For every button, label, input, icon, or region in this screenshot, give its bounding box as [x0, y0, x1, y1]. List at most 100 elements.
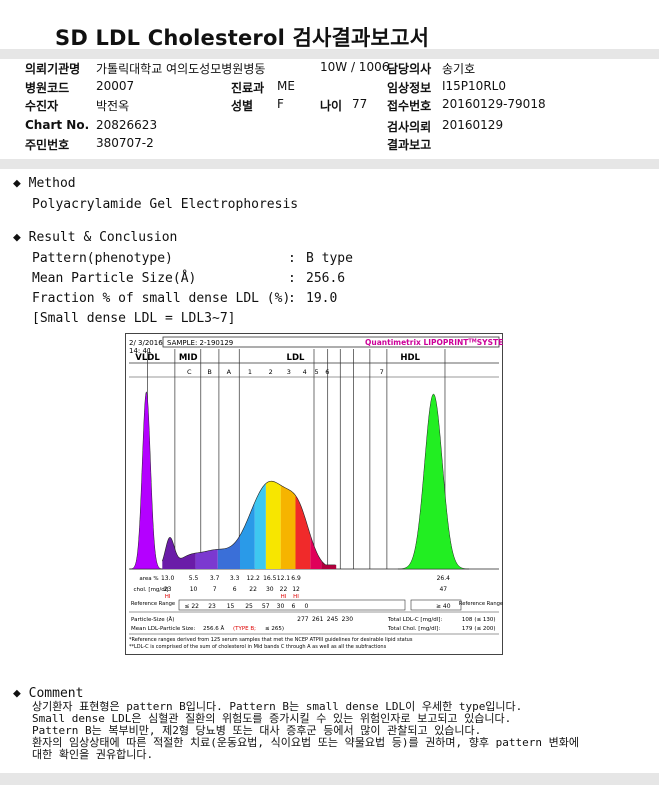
clinical-info-value: I15P10RL0	[442, 79, 506, 93]
total-chol-value: 179	[462, 626, 473, 632]
chol-value: 12	[292, 586, 300, 593]
reference-label: Reference Range	[131, 601, 175, 607]
band-label: 2	[269, 368, 273, 376]
chol-value: 22	[280, 586, 288, 593]
chart-brand: Quantimetrix LIPOPRINTTMSYSTEM	[365, 338, 503, 347]
reference-value: 0	[304, 603, 308, 610]
result-label: Pattern(phenotype)	[32, 251, 173, 266]
group-label: MID	[179, 353, 198, 363]
doctor-label: 담당의사	[387, 62, 432, 76]
band-label: 3	[287, 368, 291, 376]
total-ldl-label: Total LDL-C [mg/dl]:	[387, 617, 442, 623]
chol-flag: HI	[293, 594, 299, 600]
result-value: 19.0	[306, 291, 338, 306]
band-label: 1	[248, 368, 252, 376]
particle-size-value: 277	[297, 616, 309, 623]
institution-name: 가톨릭대학교 여의도성모병원	[96, 62, 244, 76]
age-label: 나이	[320, 99, 343, 113]
lipoprint-chart: 2/ 3/2016 14: 41 SAMPLE: 2-190129 Quanti…	[125, 333, 503, 655]
chol-value: 7	[213, 586, 217, 593]
reference-value: 30	[277, 603, 285, 610]
info-row-4: Chart No. 20826623 검사의뢰 20160129	[0, 118, 659, 136]
area-value: 6.9	[291, 575, 301, 582]
resident-no-label: 주민번호	[25, 138, 70, 152]
dept-value: ME	[277, 79, 295, 93]
mean-size-type: (TYPE B;	[233, 626, 256, 632]
chart-footnote-1: *Reference ranges derived from 125 serum…	[129, 637, 413, 643]
comment-heading-text: Comment	[28, 686, 84, 701]
request-date-label: 검사의뢰	[387, 120, 432, 134]
age-value: 77	[352, 97, 368, 111]
comment-heading: ◆ Comment	[13, 686, 83, 701]
reference-value: 57	[262, 603, 270, 610]
method-heading: ◆ Method	[13, 176, 76, 191]
ward-label: 병동	[243, 62, 266, 76]
reference-value: ≥ 40	[436, 603, 451, 610]
band-label: 6	[325, 368, 329, 376]
result-heading: ◆ Result & Conclusion	[13, 230, 177, 245]
chol-value: 23	[164, 586, 172, 593]
method-heading-text: Method	[28, 176, 76, 191]
diamond-bullet-icon: ◆	[13, 686, 21, 701]
chart-footnote-2: **LDL-C is comprised of the sum of chole…	[129, 644, 387, 650]
particle-size-label: Particle-Size (Å)	[131, 616, 174, 623]
info-row-2: 병원코드 20007 진료과 ME 임상정보 I15P10RL0	[0, 79, 659, 97]
total-ldl-ref: (≤ 130)	[474, 617, 495, 623]
receipt-no-label: 접수번호	[387, 99, 432, 113]
area-value: 5.5	[189, 575, 199, 582]
result-colon: :	[288, 291, 296, 306]
chart-sample: SAMPLE: 2-190129	[167, 339, 233, 347]
band-label: B	[207, 368, 211, 376]
band-label: C	[187, 368, 192, 376]
chol-value: 6	[233, 586, 237, 593]
particle-size-value: 245	[327, 616, 339, 623]
result-note: [Small dense LDL = LDL3~7]	[32, 311, 236, 326]
chol-value: 22	[249, 586, 257, 593]
chol-flag: HI	[165, 594, 171, 600]
chol-flag: HI	[281, 594, 287, 600]
report-label: 결과보고	[387, 138, 432, 152]
reference-value: 6	[292, 603, 296, 610]
chol-value: 30	[266, 586, 274, 593]
reference-value: ≤ 22	[184, 603, 199, 610]
top-separator	[0, 49, 659, 59]
area-value: 3.3	[230, 575, 240, 582]
band-label: 7	[380, 368, 384, 376]
institution-label: 의뢰기관명	[25, 62, 81, 76]
group-label: VLDL	[135, 353, 160, 363]
ldl-band-fill	[265, 481, 281, 569]
result-colon: :	[288, 271, 296, 286]
dept-label: 진료과	[231, 81, 265, 95]
info-row-3: 수진자 박전옥 성별 F 나이 77 접수번호 20160129-79018	[0, 97, 659, 115]
result-label: Mean Particle Size(Å)	[32, 271, 197, 286]
result-value: 256.6	[306, 271, 346, 286]
mean-size-limit: ≤ 265)	[265, 626, 284, 632]
band-label: 4	[303, 368, 307, 376]
mean-size-label: Mean LDL-Particle Size:	[131, 626, 195, 632]
ward-value: 10W / 1006	[320, 60, 390, 74]
result-label: Fraction % of small dense LDL (%)	[32, 291, 291, 306]
reference-value: 23	[208, 603, 216, 610]
result-colon: :	[288, 251, 296, 266]
chart-no-label: Chart No.	[25, 118, 90, 132]
report-title: SD LDL Cholesterol 검사결과보고서	[55, 26, 430, 50]
total-ldl-value: 108	[462, 617, 473, 623]
method-text: Polyacrylamide Gel Electrophoresis	[32, 197, 299, 212]
receipt-no-value: 20160129-79018	[442, 97, 546, 111]
clinical-info-label: 임상정보	[387, 81, 432, 95]
total-chol-ref: (≤ 200)	[474, 626, 495, 632]
hospital-code-label: 병원코드	[25, 81, 70, 95]
sex-label: 성별	[231, 99, 254, 113]
area-value: 26.4	[437, 575, 451, 582]
info-row-1: 의뢰기관명 가톨릭대학교 여의도성모병원병동 10W / 1006 담당의사 송…	[0, 60, 659, 78]
request-date-value: 20160129	[442, 118, 504, 132]
area-value: 12.2	[246, 575, 260, 582]
result-value: B type	[306, 251, 353, 266]
total-chol-label: Total Chol. [mg/dl]:	[387, 626, 440, 632]
area-label: area %	[139, 576, 158, 582]
area-value: 3.7	[210, 575, 220, 582]
patient-value: 박전옥	[96, 99, 130, 113]
diamond-bullet-icon: ◆	[13, 230, 21, 245]
area-value: 12.1	[277, 575, 291, 582]
reference-value: 15	[227, 603, 235, 610]
